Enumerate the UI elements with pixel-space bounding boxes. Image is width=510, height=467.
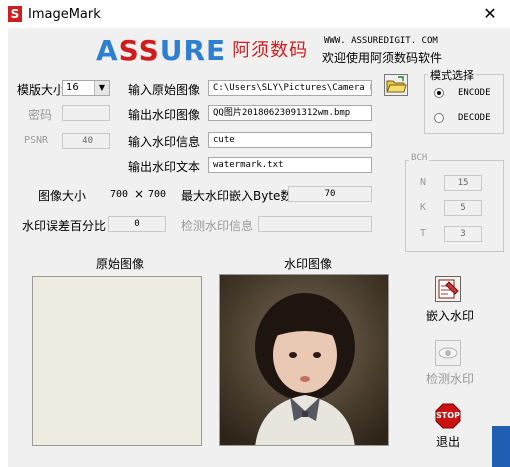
- background-window-edge: [0, 28, 8, 467]
- error-percent-label: 水印误差百分比: [22, 219, 107, 233]
- bch-n-field[interactable]: 15: [444, 175, 482, 191]
- image-width: 700: [110, 189, 129, 200]
- stop-sign-text: STOP: [436, 411, 460, 420]
- detect-watermark-button[interactable]: [435, 340, 461, 366]
- app-icon: S: [8, 6, 22, 22]
- chevron-down-icon[interactable]: ▼: [94, 81, 109, 95]
- bch-group-title: BCH: [409, 153, 430, 163]
- detect-info-field[interactable]: [258, 216, 372, 232]
- bch-k-label: K: [420, 202, 427, 213]
- watermark-info-field[interactable]: cute: [208, 132, 372, 148]
- max-embed-label: 最大水印嵌入Byte数: [181, 189, 293, 203]
- close-button[interactable]: ✕: [480, 4, 500, 24]
- mode-group-title: 模式选择: [428, 67, 476, 83]
- watermark-panel-label: 水印图像: [284, 257, 333, 271]
- bch-n-label: N: [420, 177, 427, 188]
- detect-watermark-label[interactable]: 检测水印: [426, 370, 474, 387]
- original-panel-label: 原始图像: [96, 257, 145, 271]
- embed-watermark-label[interactable]: 嵌入水印: [426, 307, 474, 324]
- detect-info-label: 检测水印信息: [181, 219, 254, 233]
- watermark-info-label: 输入水印信息: [128, 135, 201, 149]
- detect-watermark-icon: [435, 340, 461, 366]
- exit-label[interactable]: 退出: [426, 433, 470, 450]
- times-sign: ×: [134, 187, 145, 201]
- template-size-label: 模版大小: [17, 83, 66, 97]
- website-url: WWW. ASSUREDIGIT. COM: [324, 36, 438, 46]
- exit-button[interactable]: STOP: [435, 403, 461, 429]
- background-window-corner: [492, 426, 510, 467]
- password-field[interactable]: [62, 105, 110, 121]
- encode-label: ENCODE: [458, 88, 491, 98]
- original-image-label: 输入原始图像: [128, 83, 201, 97]
- welcome-text: 欢迎使用阿须数码软件: [322, 51, 443, 65]
- decode-label: DECODE: [458, 113, 491, 123]
- image-height: 700: [148, 189, 167, 200]
- open-folder-icon[interactable]: [384, 74, 408, 96]
- girl-portrait-image: [220, 275, 388, 445]
- watermarked-image-panel: [219, 274, 389, 446]
- brand-logo: ASSURE 阿须数码: [96, 34, 309, 67]
- image-size-label: 图像大小: [38, 189, 87, 203]
- original-image-panel: [32, 276, 202, 446]
- template-size-value: 16: [66, 82, 79, 93]
- watermark-text-label: 输出水印文本: [128, 160, 201, 174]
- password-label: 密码: [28, 108, 53, 122]
- watermark-text-field[interactable]: watermark.txt: [208, 157, 372, 173]
- embed-watermark-button[interactable]: [435, 276, 461, 302]
- template-size-select[interactable]: 16 ▼: [62, 80, 110, 96]
- max-embed-field[interactable]: 70: [288, 186, 372, 202]
- mode-group: [424, 74, 504, 134]
- psnr-field[interactable]: 40: [62, 133, 110, 149]
- decode-radio[interactable]: [434, 113, 444, 123]
- output-image-field[interactable]: QQ图片20180623091312wm.bmp: [208, 105, 372, 121]
- original-image-field[interactable]: C:\Users\SLY\Pictures\Camera Ro: [208, 80, 372, 96]
- title-bar: S ImageMark ✕: [0, 0, 510, 29]
- bch-t-field[interactable]: 3: [444, 226, 482, 242]
- embed-watermark-icon: [435, 276, 461, 302]
- error-percent-field[interactable]: 0: [108, 216, 166, 232]
- window-title: ImageMark: [28, 7, 101, 22]
- psnr-label: PSNR: [24, 135, 49, 146]
- encode-radio[interactable]: [434, 88, 444, 98]
- bch-t-label: T: [420, 228, 427, 239]
- bch-k-field[interactable]: 5: [444, 200, 482, 216]
- output-image-label: 输出水印图像: [128, 108, 201, 122]
